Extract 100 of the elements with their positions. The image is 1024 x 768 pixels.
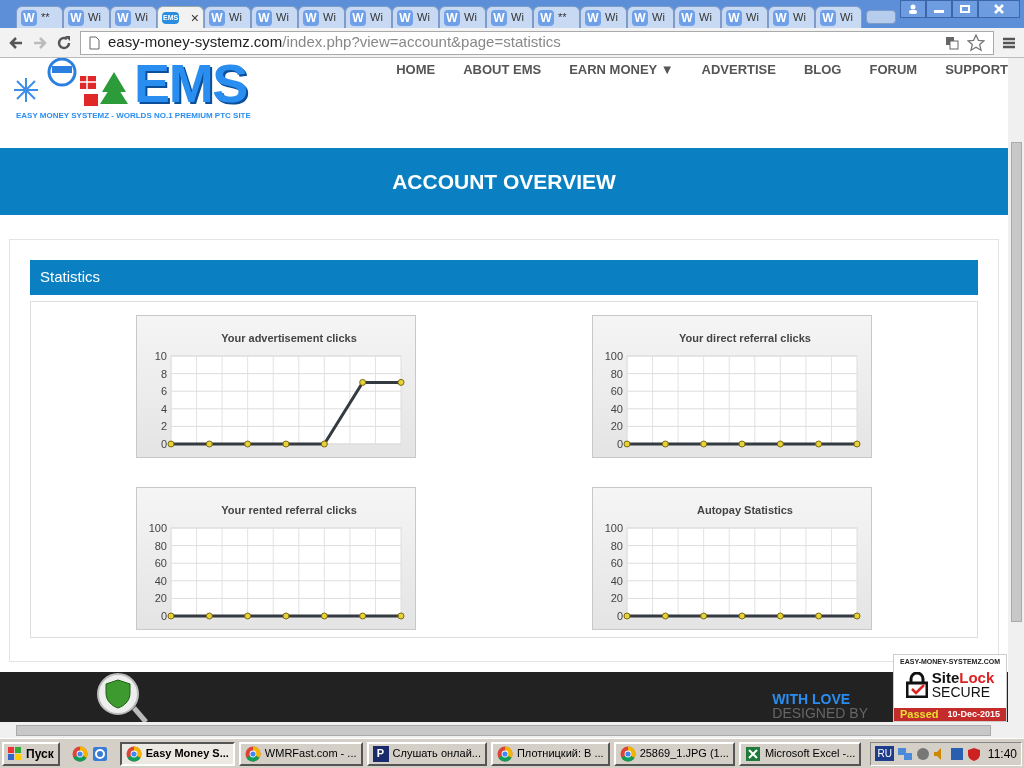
browser-tab[interactable]: W Wi	[627, 6, 674, 28]
task-label: Слушать онлай...	[392, 746, 481, 762]
site-logo[interactable]: EMS EASY MONEY SYSTEMZ - WORLDS NO.1 PREMIUM PTC SITE	[12, 58, 251, 122]
tray-icon[interactable]	[915, 746, 930, 761]
browser-tab[interactable]: W Wi	[580, 6, 627, 28]
data-point	[359, 612, 367, 620]
language-indicator[interactable]: RU	[875, 746, 894, 761]
browser-tab[interactable]: W **	[16, 6, 63, 28]
y-tick-label: 4	[160, 402, 167, 415]
tab-title: **	[41, 10, 50, 26]
y-tick-label: 8	[160, 367, 167, 380]
tab-title: Wi	[370, 10, 383, 26]
scrollbar-thumb[interactable]	[16, 724, 991, 736]
y-tick-label: 20	[610, 420, 623, 433]
y-tick-label: 0	[616, 610, 623, 623]
chrome-icon	[496, 745, 513, 762]
browser-tab[interactable]: W Wi	[721, 6, 768, 28]
browser-tab[interactable]: W Wi	[439, 6, 486, 28]
footer-text: WITH LOVE	[772, 692, 852, 706]
shield-icon[interactable]	[966, 746, 981, 761]
chart-title: Your rented referral clicks	[221, 504, 357, 517]
windows-logo-icon	[8, 746, 22, 761]
address-bar[interactable]: easy-money-systemz.com/index.php?view=account&page=statistics	[80, 30, 994, 55]
tray-icon[interactable]	[949, 746, 964, 761]
taskbar-button[interactable]: WMRFast.com - ...	[238, 741, 363, 766]
start-button[interactable]: Пуск	[2, 741, 60, 766]
reload-icon[interactable]	[56, 34, 72, 51]
data-point	[700, 440, 708, 448]
y-tick-label: 20	[154, 592, 167, 605]
browser-tab[interactable]: W Wi	[486, 6, 533, 28]
browser-tab[interactable]: W Wi	[345, 6, 392, 28]
tab-favicon: W	[632, 9, 648, 26]
tab-favicon: W	[773, 9, 789, 26]
data-point	[738, 440, 746, 448]
footer-text: DESIGNED BY	[772, 706, 868, 720]
padlock-icon	[905, 671, 928, 698]
browser-tab[interactable]: W Wi	[63, 6, 110, 28]
taskbar-button[interactable]: Microsoft Excel -...	[738, 741, 862, 766]
restore-button[interactable]	[952, 0, 978, 18]
close-window-button[interactable]	[978, 0, 1020, 18]
y-tick-label: 40	[610, 574, 623, 587]
taskbar-button[interactable]: Плотницкий: В ...	[490, 741, 610, 766]
star-icon[interactable]	[967, 33, 985, 52]
network-icon[interactable]	[896, 745, 913, 762]
y-tick-label: 0	[160, 610, 167, 623]
taskbar-button[interactable]: Easy Money S...	[119, 741, 235, 766]
nav-link[interactable]: SUPPORT	[945, 60, 1008, 80]
browser-tab[interactable]: W Wi	[298, 6, 345, 28]
nav-link[interactable]: EARN MONEY ▼	[569, 60, 674, 80]
menu-icon[interactable]	[1002, 35, 1016, 50]
nav-link[interactable]: ADVERTISE	[701, 60, 776, 80]
profile-button[interactable]	[900, 0, 926, 18]
data-point	[815, 612, 823, 620]
browser-tab[interactable]: W Wi	[251, 6, 298, 28]
data-point	[244, 612, 252, 620]
y-tick-label: 40	[610, 402, 623, 415]
y-tick-label: 0	[616, 438, 623, 451]
browser-tab[interactable]: W Wi	[768, 6, 815, 28]
translate-icon[interactable]	[945, 35, 959, 50]
scrollbar-thumb[interactable]	[1010, 142, 1022, 622]
nav-link[interactable]: FORUM	[869, 60, 918, 80]
nav-link[interactable]: ABOUT EMS	[463, 60, 542, 80]
back-icon[interactable]	[8, 34, 24, 51]
y-tick-label: 80	[610, 367, 623, 380]
logo-title: EMS	[134, 58, 247, 108]
tab-title: Wi	[746, 10, 759, 26]
vertical-scrollbar[interactable]	[1008, 58, 1024, 722]
clock: 11:40	[987, 745, 1017, 763]
browser-tab[interactable]: W Wi	[204, 6, 251, 28]
data-point	[700, 612, 708, 620]
browser-tab[interactable]: W Wi	[392, 6, 439, 28]
y-tick-label: 20	[610, 592, 623, 605]
task-label: 25869_1.JPG (1...	[639, 746, 729, 762]
close-tab-button[interactable]: ×	[190, 10, 199, 25]
badge-status: Passed	[900, 707, 939, 723]
badge-secure: SECURE	[931, 684, 992, 700]
y-tick-label: 100	[604, 350, 623, 363]
browser-icon[interactable]	[91, 745, 108, 762]
browser-tab[interactable]: W **	[533, 6, 580, 28]
tab-favicon: W	[444, 9, 460, 26]
y-tick-label: 10	[154, 350, 167, 363]
y-tick-label: 60	[610, 385, 623, 398]
person-icon	[908, 4, 918, 14]
task-label: WMRFast.com - ...	[264, 746, 357, 762]
y-tick-label: 2	[160, 420, 167, 433]
tab-title: Wi	[840, 10, 853, 26]
nav-link[interactable]: BLOG	[803, 60, 842, 80]
minimize-button[interactable]	[926, 0, 952, 18]
nav-link[interactable]: HOME	[396, 60, 436, 80]
horizontal-scrollbar[interactable]	[0, 722, 1024, 738]
taskbar-button[interactable]: 25869_1.JPG (1...	[613, 741, 735, 766]
taskbar-button[interactable]: P Слушать онлай...	[366, 741, 487, 766]
tab-title: Wi	[323, 10, 336, 26]
browser-tab[interactable]: W Wi	[674, 6, 721, 28]
browser-tab[interactable]: W Wi	[110, 6, 157, 28]
tab-favicon: W	[21, 9, 37, 26]
data-point	[661, 612, 669, 620]
y-tick-label: 100	[604, 522, 623, 535]
browser-tab[interactable]: W Wi	[815, 6, 862, 28]
chrome-icon	[71, 745, 88, 762]
